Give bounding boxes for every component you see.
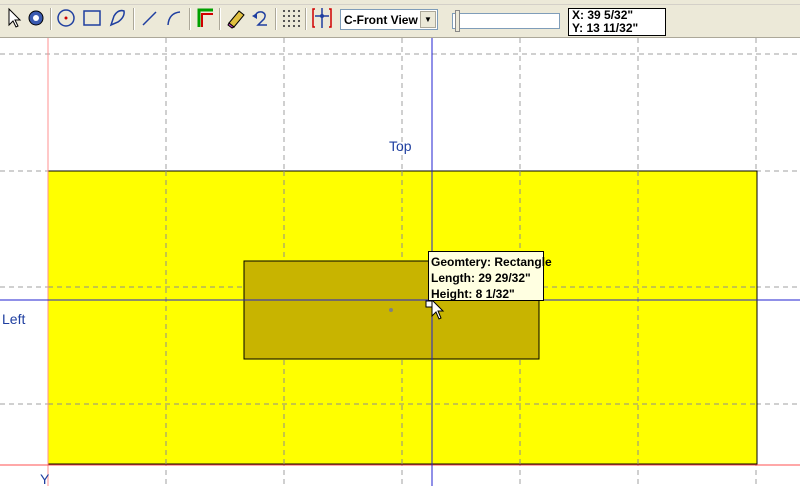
toolbar-top-border — [0, 0, 800, 5]
corner-angle-icon — [197, 8, 213, 27]
undo-tool-button[interactable] — [249, 6, 271, 30]
toolbar-separator — [219, 8, 221, 30]
tooltip-geometry: Geomtery: Rectangle — [431, 255, 552, 269]
toolbar: C-Front View ▼ X: 39 5/32" Y: 13 11/32" — [0, 0, 800, 38]
arc-tool-button[interactable] — [163, 6, 185, 30]
toolbar-separator — [189, 8, 191, 30]
zoom-slider-track[interactable] — [452, 13, 560, 29]
toolbar-separator — [305, 8, 307, 30]
circle-tool-button[interactable] — [55, 6, 77, 30]
toolbar-separator — [133, 8, 135, 30]
toolbar-separator — [50, 8, 52, 30]
coordinate-readout: X: 39 5/32" Y: 13 11/32" — [568, 8, 666, 36]
origin-axis-icon — [312, 8, 332, 28]
coord-y: Y: 13 11/32" — [572, 21, 639, 35]
line-icon — [142, 11, 157, 26]
view-select-value: C-Front View — [344, 13, 418, 27]
arrow-cursor-icon — [8, 7, 22, 28]
drawing-canvas[interactable]: Top Left Y Geomtery: Rectangle Length: 2… — [0, 38, 800, 487]
geometry-tooltip: Geomtery: Rectangle Length: 29 29/32" He… — [428, 251, 552, 301]
chevron-down-icon[interactable]: ▼ — [420, 11, 436, 28]
canvas-drawing — [0, 38, 800, 486]
eraser-tool-button[interactable] — [225, 6, 247, 30]
magnifier-gear-icon — [28, 10, 44, 26]
label-left: Left — [2, 311, 26, 327]
origin-tool-button[interactable] — [311, 6, 333, 30]
label-top: Top — [389, 138, 412, 154]
tooltip-height: Height: 8 1/32" — [431, 287, 515, 301]
rectangle-tool-button[interactable] — [81, 6, 103, 30]
grid-icon — [283, 10, 300, 27]
grid-tool-button[interactable] — [280, 6, 302, 30]
zoom-tool-button[interactable] — [25, 6, 47, 30]
part-center-point — [389, 308, 393, 312]
undo-arrow-icon — [252, 11, 267, 26]
line-tool-button[interactable] — [139, 6, 161, 30]
rectangle-icon — [83, 10, 101, 26]
freeform-tool-button[interactable] — [107, 6, 129, 30]
label-y-axis: Y — [40, 471, 50, 487]
arc-icon — [167, 11, 181, 26]
view-select-dropdown[interactable]: C-Front View ▼ — [340, 9, 438, 30]
select-arrow-tool-button[interactable] — [3, 6, 25, 30]
tooltip-length: Length: 29 29/32" — [431, 271, 531, 285]
circle-center-icon — [57, 9, 75, 27]
freeform-shape-icon — [109, 9, 125, 27]
corner-tool-button[interactable] — [194, 6, 216, 30]
zoom-slider-thumb[interactable] — [455, 10, 460, 32]
toolbar-separator — [275, 8, 277, 30]
eraser-icon — [227, 10, 245, 29]
